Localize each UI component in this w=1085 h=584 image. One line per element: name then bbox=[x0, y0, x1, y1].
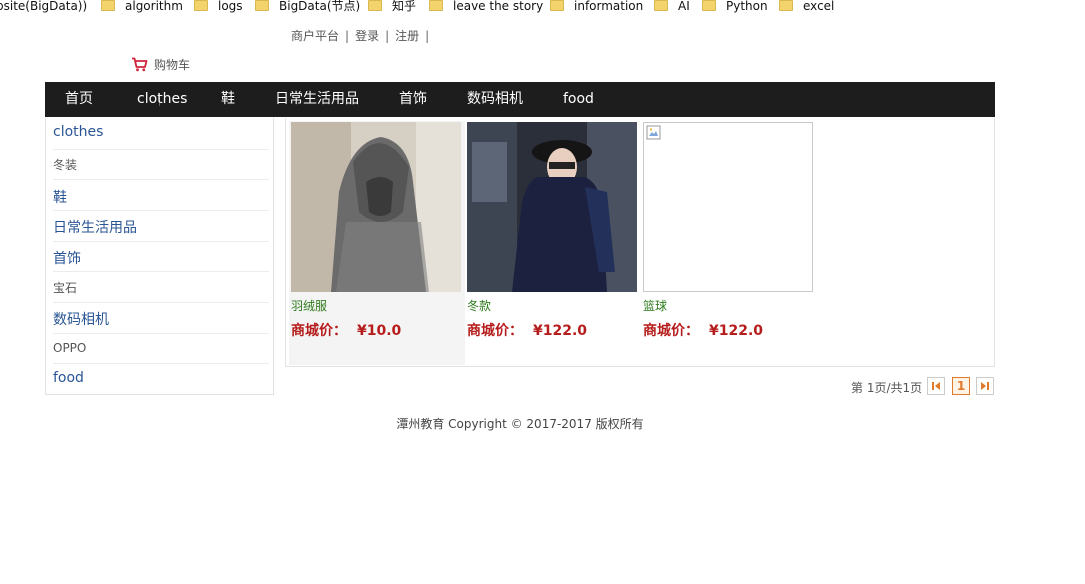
login-link[interactable]: 登录 bbox=[355, 29, 379, 43]
folder-icon bbox=[429, 0, 443, 11]
product-grid: 羽绒服 商城价： ¥10.0 冬款 商城价： ¥122.0 篮球 商城价： ¥1… bbox=[285, 118, 995, 367]
product-card[interactable]: 篮球 商城价： ¥122.0 bbox=[641, 121, 817, 365]
broken-image-icon bbox=[646, 125, 661, 140]
separator: | bbox=[345, 29, 350, 43]
product-price: 商城价： ¥10.0 bbox=[291, 323, 402, 339]
nav-home[interactable]: 首页 bbox=[65, 82, 93, 117]
bookmark-bigdata-nodes[interactable]: BigData(节点) bbox=[255, 0, 360, 14]
product-image[interactable] bbox=[291, 122, 461, 292]
product-image[interactable] bbox=[467, 122, 637, 292]
separator: | bbox=[425, 29, 430, 43]
folder-icon bbox=[255, 0, 269, 11]
category-sidebar: clothes 冬装 鞋 日常生活用品 首饰 宝石 数码相机 OPPO food bbox=[45, 118, 274, 395]
last-page-button[interactable] bbox=[976, 377, 994, 395]
separator: | bbox=[385, 29, 390, 43]
nav-daily-goods[interactable]: 日常生活用品 bbox=[275, 82, 359, 117]
bookmark-python[interactable]: Python bbox=[702, 0, 768, 14]
sidebar-category-clothes[interactable]: clothes bbox=[53, 124, 269, 150]
folder-icon bbox=[101, 0, 115, 11]
product-name[interactable]: 冬款 bbox=[467, 297, 491, 314]
last-page-icon bbox=[981, 382, 989, 390]
sidebar-sub-winter[interactable]: 冬装 bbox=[53, 156, 269, 180]
sidebar-category-cameras[interactable]: 数码相机 bbox=[53, 309, 269, 334]
bookmark-algorithm[interactable]: algorithm bbox=[101, 0, 183, 14]
nav-shoes[interactable]: 鞋 bbox=[221, 82, 235, 117]
first-page-icon bbox=[932, 382, 940, 390]
sidebar-category-jewelry[interactable]: 首饰 bbox=[53, 248, 269, 272]
folder-icon bbox=[779, 0, 793, 11]
sidebar-sub-gems[interactable]: 宝石 bbox=[53, 279, 269, 303]
register-link[interactable]: 注册 bbox=[395, 29, 419, 43]
folder-icon bbox=[702, 0, 716, 11]
product-price: 商城价： ¥122.0 bbox=[643, 323, 764, 339]
sidebar-category-daily-goods[interactable]: 日常生活用品 bbox=[53, 217, 269, 242]
bookmark-ai[interactable]: AI bbox=[654, 0, 690, 14]
current-page[interactable]: 1 bbox=[952, 377, 970, 395]
first-page-button[interactable] bbox=[927, 377, 945, 395]
sidebar-sub-oppo[interactable]: OPPO bbox=[53, 341, 269, 364]
product-price: 商城价： ¥122.0 bbox=[467, 323, 588, 339]
bookmark-logs[interactable]: logs bbox=[194, 0, 243, 14]
cart-link[interactable]: 购物车 bbox=[131, 56, 190, 73]
bookmark-leave-the-story[interactable]: leave the story bbox=[429, 0, 543, 14]
folder-icon bbox=[194, 0, 208, 11]
merchant-platform-link[interactable]: 商户平台 bbox=[291, 29, 339, 43]
folder-icon bbox=[550, 0, 564, 11]
bookmark-bigdata-site[interactable]: bsite(BigData)) bbox=[0, 0, 87, 14]
nav-clothes[interactable]: clothes bbox=[137, 82, 187, 117]
main-nav: 首页 clothes 鞋 日常生活用品 首饰 数码相机 food bbox=[45, 82, 995, 117]
cart-label: 购物车 bbox=[154, 58, 191, 72]
cart-icon bbox=[132, 57, 148, 72]
product-name[interactable]: 羽绒服 bbox=[291, 297, 327, 314]
folder-icon bbox=[368, 0, 382, 11]
footer-copyright: 潭州教育 Copyright © 2017-2017 版权所有 bbox=[396, 417, 644, 431]
bookmark-excel[interactable]: excel bbox=[779, 0, 834, 14]
bookmarks-bar: bsite(BigData)) algorithm logs BigData(节… bbox=[0, 0, 1085, 16]
folder-icon bbox=[654, 0, 668, 11]
top-links: 商户平台 | 登录 | 注册 | bbox=[291, 27, 435, 44]
bookmark-information[interactable]: information bbox=[550, 0, 643, 14]
nav-jewelry[interactable]: 首饰 bbox=[399, 82, 427, 117]
bookmark-zhihu[interactable]: 知乎 bbox=[368, 0, 416, 14]
product-card[interactable]: 冬款 商城价： ¥122.0 bbox=[465, 121, 641, 365]
product-name[interactable]: 篮球 bbox=[643, 297, 667, 314]
pagination-info: 第 1页/共1页 bbox=[851, 381, 923, 395]
nav-food[interactable]: food bbox=[563, 82, 594, 117]
nav-cameras[interactable]: 数码相机 bbox=[467, 82, 523, 117]
sidebar-category-shoes[interactable]: 鞋 bbox=[53, 187, 269, 211]
sidebar-category-food[interactable]: food bbox=[53, 370, 269, 390]
product-card[interactable]: 羽绒服 商城价： ¥10.0 bbox=[289, 121, 465, 365]
product-image[interactable] bbox=[643, 122, 813, 292]
